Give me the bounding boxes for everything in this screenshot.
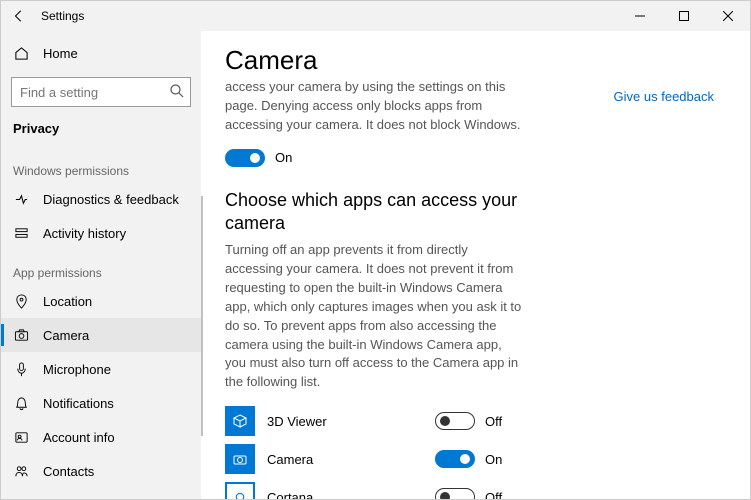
camera-access-description: access your camera by using the settings… (225, 78, 525, 135)
content-area: Give us feedback Camera access your came… (201, 31, 750, 499)
toggle-state-label: On (275, 150, 292, 165)
microphone-icon (13, 361, 29, 377)
calendar-icon (13, 497, 29, 499)
bell-icon (13, 395, 29, 411)
app-row-camera: Camera On (225, 444, 525, 474)
sidebar-item-label: Microphone (43, 362, 111, 377)
sidebar-item-location[interactable]: Location (1, 284, 201, 318)
sidebar-item-label: Location (43, 294, 92, 309)
app-icon (225, 482, 255, 499)
minimize-button[interactable] (618, 1, 662, 31)
account-icon (13, 429, 29, 445)
home-icon (13, 45, 29, 61)
apps-subheading: Choose which apps can access your camera (225, 189, 525, 236)
sidebar-home-label: Home (43, 46, 78, 61)
history-icon (13, 225, 29, 241)
sidebar-item-microphone[interactable]: Microphone (1, 352, 201, 386)
close-button[interactable] (706, 1, 750, 31)
search-input[interactable] (11, 77, 191, 107)
sidebar-item-contacts[interactable]: Contacts (1, 454, 201, 488)
toggle-state-label: On (485, 452, 502, 467)
app-name-label: Cortana (267, 490, 435, 499)
titlebar: Settings (1, 1, 750, 31)
sidebar-item-label: Activity history (43, 226, 126, 241)
feedback-icon (13, 191, 29, 207)
location-icon (13, 293, 29, 309)
toggle-state-label: Off (485, 414, 502, 429)
search-icon (169, 83, 185, 104)
sidebar-item-diagnostics[interactable]: Diagnostics & feedback (1, 182, 201, 216)
sidebar-item-camera[interactable]: Camera (1, 318, 201, 352)
sidebar-item-calendar[interactable]: Calendar (1, 488, 201, 499)
scrollbar[interactable] (201, 196, 203, 436)
sidebar-item-label: Calendar (43, 498, 96, 500)
sidebar-item-label: Diagnostics & feedback (43, 192, 179, 207)
sidebar-item-activity-history[interactable]: Activity history (1, 216, 201, 250)
app-row-cortana: Cortana Off (225, 482, 525, 499)
app-toggle[interactable] (435, 412, 475, 430)
maximize-button[interactable] (662, 1, 706, 31)
section-label-app-permissions: App permissions (1, 250, 201, 284)
contacts-icon (13, 463, 29, 479)
window-title: Settings (41, 9, 84, 23)
apps-description: Turning off an app prevents it from dire… (225, 241, 525, 392)
app-toggle[interactable] (435, 450, 475, 468)
sidebar: Home Privacy Windows permissions Diagnos… (1, 31, 201, 499)
sidebar-item-account-info[interactable]: Account info (1, 420, 201, 454)
section-label-windows-permissions: Windows permissions (1, 148, 201, 182)
feedback-link[interactable]: Give us feedback (614, 89, 714, 104)
camera-master-toggle[interactable] (225, 149, 265, 167)
sidebar-item-label: Contacts (43, 464, 94, 479)
app-toggle[interactable] (435, 488, 475, 499)
back-button[interactable] (9, 6, 29, 26)
camera-icon (13, 327, 29, 343)
breadcrumb: Privacy (1, 121, 201, 148)
toggle-state-label: Off (485, 490, 502, 499)
page-title: Camera (225, 45, 726, 76)
app-row-3d-viewer: 3D Viewer Off (225, 406, 525, 436)
sidebar-item-label: Notifications (43, 396, 114, 411)
sidebar-item-label: Camera (43, 328, 89, 343)
sidebar-home[interactable]: Home (1, 37, 201, 69)
app-icon (225, 444, 255, 474)
sidebar-item-notifications[interactable]: Notifications (1, 386, 201, 420)
sidebar-item-label: Account info (43, 430, 115, 445)
app-name-label: 3D Viewer (267, 414, 435, 429)
app-icon (225, 406, 255, 436)
app-name-label: Camera (267, 452, 435, 467)
